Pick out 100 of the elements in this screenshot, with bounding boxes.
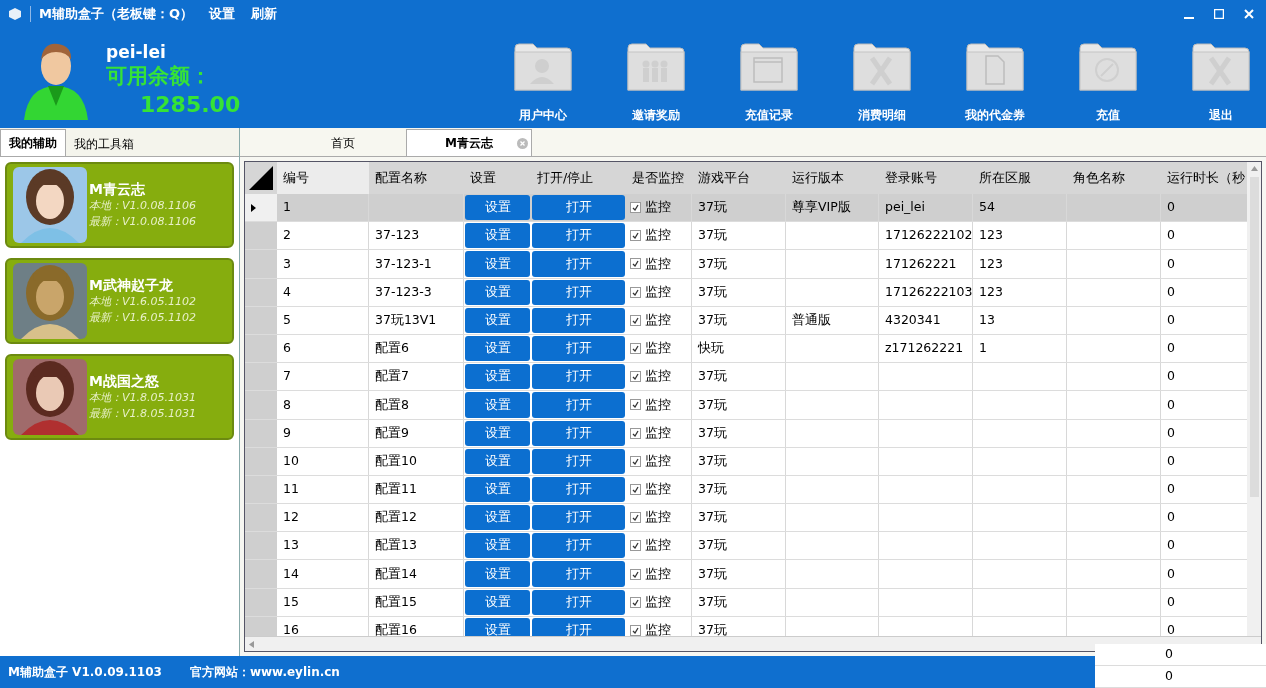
monitor-checkbox[interactable] [630,230,641,242]
open-button[interactable]: 打开 [532,589,625,615]
vertical-scrollbar[interactable] [1247,162,1261,636]
open-button[interactable]: 打开 [532,364,625,390]
settings-button[interactable]: 设置 [465,533,530,559]
settings-button[interactable]: 设置 [465,335,530,362]
column-header[interactable]: 游戏平台 [692,162,786,194]
monitor-checkbox[interactable] [630,540,641,552]
table-cell-text: 0 [1166,592,1176,611]
column-header[interactable]: 是否监控 [626,162,692,194]
open-button[interactable]: 打开 [532,335,625,362]
table-row[interactable]: 10 配置10 设置 打开 监控 37玩 0 [245,447,1247,476]
table-row[interactable]: 5 37玩13V1 设置 打开 监控 37玩 普通版 4320341 13 0 [245,306,1247,335]
toolbar-button[interactable]: 我的代金券 [964,40,1026,124]
table-row[interactable]: 1 设置 打开 监控 37玩 尊享VIP版 pei_lei 54 0 [245,194,1247,223]
table-row[interactable]: 15 配置15 设置 打开 监控 37玩 0 [245,588,1247,617]
table-row[interactable]: 3 37-123-1 设置 打开 监控 37玩 171262221 123 0 [245,250,1247,279]
document-tab[interactable]: M青云志 [406,129,532,156]
settings-button[interactable]: 设置 [465,505,530,531]
monitor-checkbox[interactable] [630,624,641,636]
monitor-checkbox[interactable] [630,596,641,608]
toolbar-button[interactable]: 充值记录 [738,40,800,124]
table-row[interactable]: 2 37-123 设置 打开 监控 37玩 17126222102 123 0 [245,222,1247,251]
column-header[interactable]: 运行时长（秒 [1161,162,1247,194]
side-tab[interactable]: 我的工具箱 [66,131,142,156]
toolbar-button[interactable]: 充值 [1077,40,1139,124]
toolbar-button[interactable]: 退出 [1190,40,1252,124]
settings-button[interactable]: 设置 [465,364,530,390]
settings-button[interactable]: 设置 [465,223,530,249]
close-icon[interactable] [1244,9,1254,19]
menu-item[interactable]: 设置 [209,4,235,24]
open-button[interactable]: 打开 [532,307,625,333]
table-row[interactable]: 11 配置11 设置 打开 监控 37玩 0 [245,475,1247,505]
settings-button[interactable]: 设置 [465,448,530,474]
column-header[interactable]: 所在区服 [973,162,1067,194]
column-header[interactable]: 打开/停止 [531,162,626,194]
table-cell: 4 [277,278,369,306]
horizontal-scrollbar[interactable] [245,636,1261,651]
monitor-checkbox[interactable] [630,455,641,467]
column-header[interactable]: 运行版本 [786,162,879,194]
settings-button[interactable]: 设置 [465,251,530,277]
game-card[interactable]: M青云志 本地：V1.0.08.1106 最新：V1.0.08.1106 [5,162,234,248]
open-button[interactable]: 打开 [532,195,625,221]
open-button[interactable]: 打开 [532,420,625,446]
toolbar-button[interactable]: 用户中心 [512,40,574,124]
open-button[interactable]: 打开 [532,533,625,559]
table-row[interactable]: 8 配置8 设置 打开 监控 37玩 0 [245,391,1247,420]
settings-button[interactable]: 设置 [465,307,530,333]
select-all-corner-icon[interactable] [249,166,273,190]
table-row[interactable]: 7 配置7 设置 打开 监控 37玩 0 [245,363,1247,392]
open-button[interactable]: 打开 [532,448,625,474]
column-header[interactable]: 登录账号 [879,162,973,194]
open-button[interactable]: 打开 [532,505,625,531]
open-button[interactable]: 打开 [532,561,625,587]
monitor-checkbox[interactable] [630,568,641,580]
maximize-icon[interactable] [1214,9,1224,19]
open-button[interactable]: 打开 [532,279,625,305]
monitor-checkbox[interactable] [630,343,641,355]
document-tab[interactable]: 首页 [280,129,406,156]
monitor-checkbox[interactable] [630,483,641,495]
settings-button[interactable]: 设置 [465,279,530,305]
table-cell: 配置6 [369,334,464,363]
folder-icon [851,40,913,94]
settings-button[interactable]: 设置 [465,561,530,587]
game-card[interactable]: M战国之怒 本地：V1.8.05.1031 最新：V1.8.05.1031 [5,354,234,440]
table-row[interactable]: 6 配置6 设置 打开 监控 快玩 z171262221 1 0 [245,334,1247,364]
open-button[interactable]: 打开 [532,251,625,277]
settings-button[interactable]: 设置 [465,195,530,221]
table-row[interactable]: 13 配置13 设置 打开 监控 37玩 0 [245,532,1247,561]
open-button[interactable]: 打开 [532,223,625,249]
open-button[interactable]: 打开 [532,392,625,418]
open-button[interactable]: 打开 [532,617,625,636]
table-row[interactable]: 9 配置9 设置 打开 监控 37玩 0 [245,419,1247,448]
settings-button[interactable]: 设置 [465,420,530,446]
side-tab[interactable]: 我的辅助 [0,129,66,156]
game-card[interactable]: M武神赵子龙 本地：V1.6.05.1102 最新：V1.6.05.1102 [5,258,234,344]
monitor-checkbox[interactable] [630,371,641,383]
monitor-checkbox[interactable] [630,286,641,298]
settings-button[interactable]: 设置 [465,617,530,636]
table-row[interactable]: 14 配置14 设置 打开 监控 37玩 0 [245,560,1247,589]
table-cell: 6 [277,334,369,363]
monitor-checkbox[interactable] [630,314,641,326]
monitor-checkbox[interactable] [630,202,641,214]
table-row[interactable]: 12 配置12 设置 打开 监控 37玩 0 [245,504,1247,533]
toolbar-button[interactable]: 邀请奖励 [625,40,687,124]
monitor-checkbox[interactable] [630,258,641,270]
menu-item[interactable]: 刷新 [251,4,277,24]
column-header[interactable]: 角色名称 [1067,162,1161,194]
settings-button[interactable]: 设置 [465,476,530,503]
table-row[interactable]: 4 37-123-3 设置 打开 监控 37玩 17126222103 123 0 [245,278,1247,307]
settings-button[interactable]: 设置 [465,589,530,615]
column-header[interactable]: 设置 [464,162,531,194]
monitor-checkbox[interactable] [630,512,641,524]
open-button[interactable]: 打开 [532,476,625,503]
monitor-checkbox[interactable] [630,399,641,411]
column-header[interactable]: 配置名称 [369,162,464,194]
monitor-checkbox[interactable] [630,427,641,439]
settings-button[interactable]: 设置 [465,392,530,418]
toolbar-button[interactable]: 消费明细 [851,40,913,124]
column-header[interactable]: 编号 [277,162,369,194]
